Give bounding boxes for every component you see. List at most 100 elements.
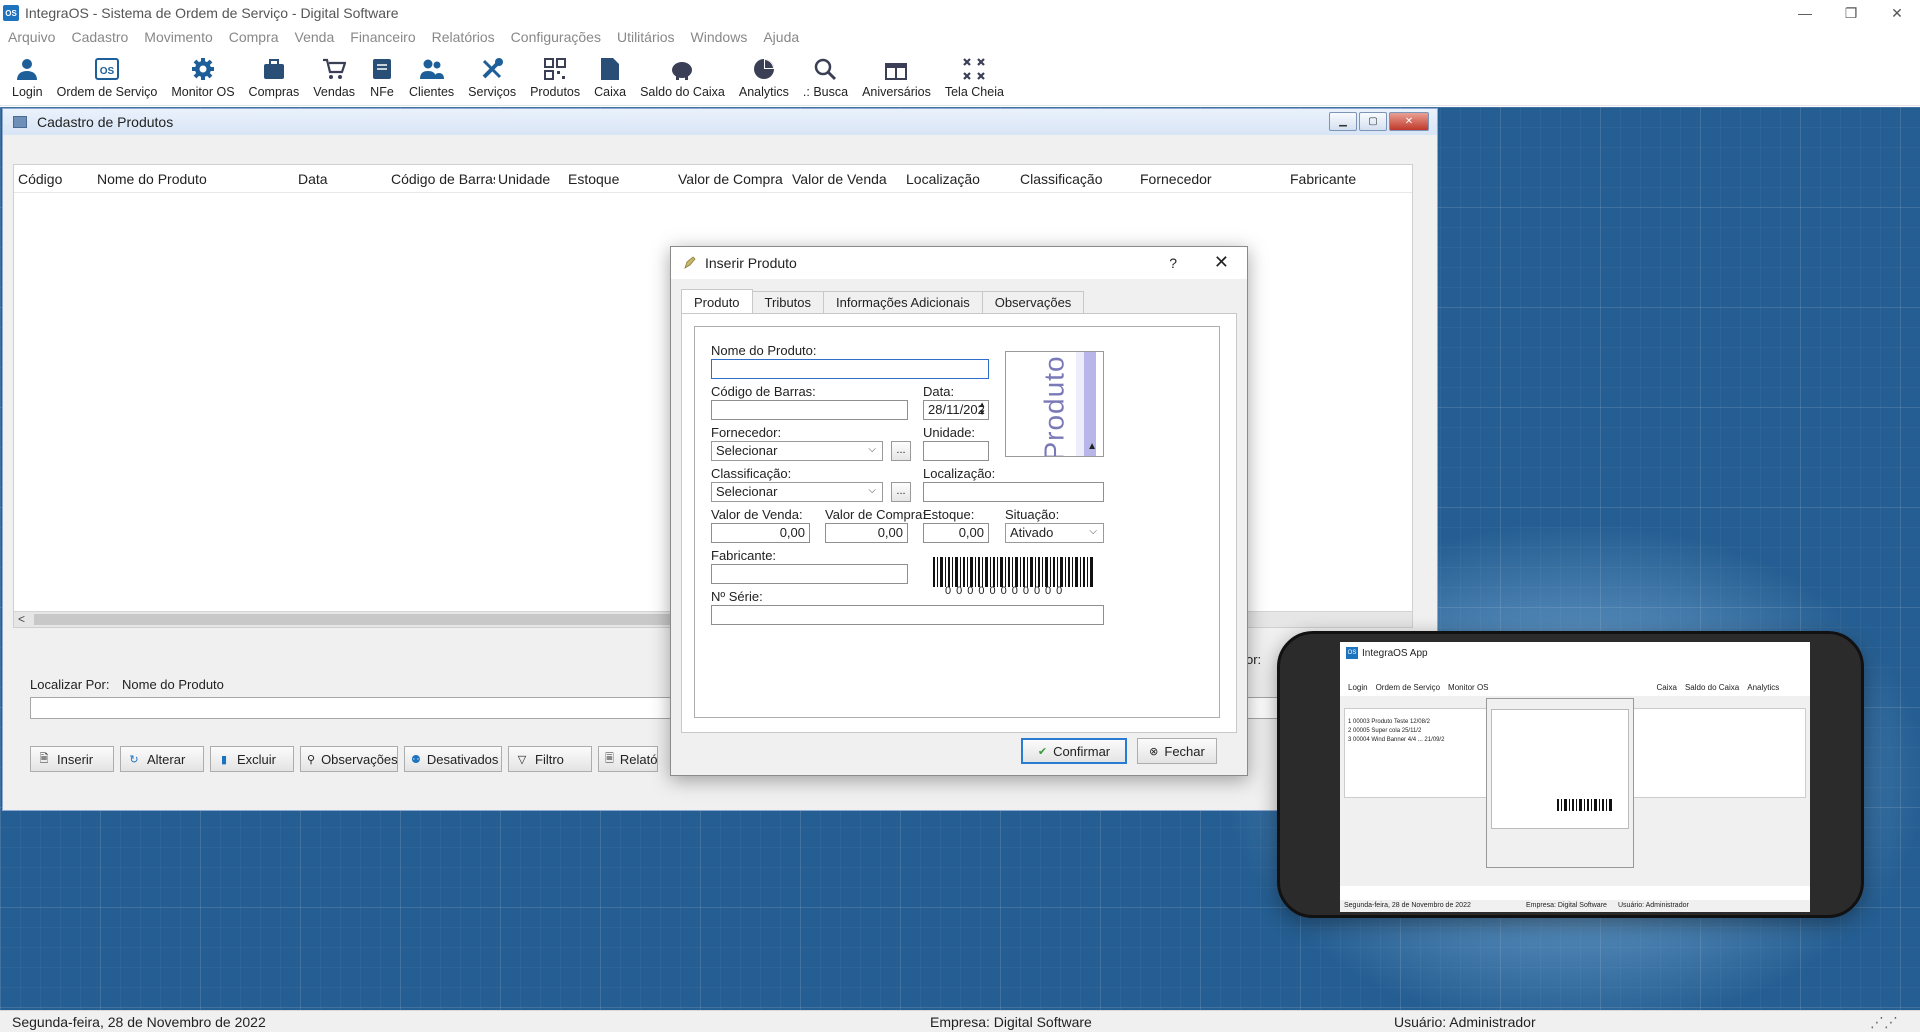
dialog-tabs: Produto Tributos Informações Adicionais … (681, 289, 1085, 313)
valor-venda-input[interactable]: 0,00 (711, 523, 810, 543)
situacao-select[interactable]: Ativado ⌵ (1005, 523, 1104, 543)
column-header[interactable]: Código (18, 171, 84, 187)
chevron-down-icon: ⌵ (868, 444, 876, 455)
relatorio-button[interactable]: 🗏 Relatór (598, 746, 658, 772)
tab-produto[interactable]: Produto (681, 289, 753, 313)
toolbar-aniversarios-button[interactable]: Aniversários (862, 57, 931, 99)
valor-venda-label: Valor de Venda: (711, 507, 803, 522)
status-date: Segunda-feira, 28 de Novembro de 2022 (12, 1014, 266, 1030)
codigo-barras-input[interactable] (711, 400, 908, 420)
menu-arquivo[interactable]: Arquivo (8, 29, 55, 45)
minimize-button[interactable]: — (1782, 0, 1828, 26)
toolbar-saldo-caixa-button[interactable]: Saldo do Caixa (640, 57, 725, 99)
menu-compra[interactable]: Compra (229, 29, 279, 45)
scroll-left-icon[interactable]: < (18, 612, 25, 626)
menu-movimento[interactable]: Movimento (144, 29, 212, 45)
desativados-button[interactable]: ⚉ Desativados (404, 746, 502, 772)
produto-form-panel: Nome do Produto: Código de Barras: Data:… (694, 326, 1220, 718)
classificacao-select[interactable]: Selecionar ⌵ (711, 482, 883, 502)
menu-configuracoes[interactable]: Configurações (511, 29, 601, 45)
menu-windows[interactable]: Windows (691, 29, 748, 45)
toolbar-produtos-button[interactable]: Produtos (530, 57, 580, 99)
phone-mockup: OS IntegraOS App Login Ordem de Serviço … (1277, 631, 1864, 918)
fechar-button[interactable]: ⊗ Fechar (1137, 738, 1217, 764)
help-button[interactable]: ? (1169, 255, 1177, 271)
data-input[interactable]: 28/11/202 ▲ ▼ (923, 400, 989, 420)
localizar-field-value[interactable]: Nome do Produto (122, 677, 224, 692)
menu-venda[interactable]: Venda (295, 29, 335, 45)
tab-tributos[interactable]: Tributos (751, 291, 825, 313)
toolbar-caixa-button[interactable]: Caixa (594, 57, 626, 99)
tab-informacoes-adicionais[interactable]: Informações Adicionais (823, 291, 983, 313)
phone-status-bar: Segunda-feira, 28 de Novembro de 2022 Em… (1340, 900, 1810, 912)
restore-button[interactable]: ❐ (1828, 0, 1874, 26)
column-header[interactable]: Código de Barras (391, 171, 495, 187)
chevron-down-icon: ⌵ (1089, 526, 1097, 537)
close-button[interactable]: ✕ (1874, 0, 1920, 26)
dialog-close-button[interactable]: ✕ (1214, 252, 1229, 273)
estoque-input[interactable]: 0,00 (923, 523, 989, 543)
column-header[interactable]: Fabricante (1290, 171, 1400, 187)
column-header[interactable]: Valor de Venda (792, 171, 902, 187)
excluir-button[interactable]: ▮ Excluir (210, 746, 294, 772)
tab-observacoes[interactable]: Observações (981, 291, 1085, 313)
product-image-word: Produto (1038, 355, 1070, 457)
toolbar-nfe-button[interactable]: NFe (369, 57, 395, 99)
column-header[interactable]: Estoque (568, 171, 668, 187)
cadastro-window-controls: ▁ ▢ ✕ (1327, 112, 1429, 131)
fornecedor-browse-button[interactable]: ... (891, 441, 911, 461)
nome-produto-input[interactable] (711, 359, 989, 379)
toolbar-busca-button[interactable]: .: Busca (803, 57, 848, 99)
phone-toolbar-item: Login (1348, 683, 1368, 692)
fabricante-input[interactable] (711, 564, 908, 584)
situacao-label: Situação: (1005, 507, 1060, 522)
toolbar-monitor-os-button[interactable]: Monitor OS (171, 57, 235, 99)
product-image[interactable]: Produto ▲ (1005, 351, 1104, 457)
toolbar-servicos-button[interactable]: Serviços (468, 57, 516, 99)
fornecedor-select[interactable]: Selecionar ⌵ (711, 441, 883, 461)
unidade-input[interactable] (923, 441, 989, 461)
app-logo-icon: OS (3, 5, 19, 21)
menu-cadastro[interactable]: Cadastro (71, 29, 128, 45)
filtro-button[interactable]: ▽ Filtro (508, 746, 592, 772)
toolbar: Login OS Ordem de Serviço Monitor OS Com… (0, 48, 1920, 106)
cadastro-minimize-button[interactable]: ▁ (1329, 112, 1357, 131)
confirmar-button[interactable]: ✔ Confirmar (1021, 738, 1127, 764)
toolbar-login-button[interactable]: Login (12, 57, 43, 99)
column-header[interactable]: Localização (906, 171, 1016, 187)
phone-dialog (1486, 698, 1634, 868)
cadastro-maximize-button[interactable]: ▢ (1359, 112, 1387, 131)
phone-screen: OS IntegraOS App Login Ordem de Serviço … (1340, 642, 1810, 912)
column-header[interactable]: Fornecedor (1140, 171, 1260, 187)
toolbar-ordem-servico-button[interactable]: OS Ordem de Serviço (57, 57, 157, 99)
numero-serie-input[interactable] (711, 605, 1104, 625)
column-header[interactable]: Data (298, 171, 368, 187)
toolbar-vendas-button[interactable]: Vendas (313, 57, 355, 99)
menu-utilitarios[interactable]: Utilitários (617, 29, 675, 45)
scrollbar-thumb[interactable] (34, 614, 674, 625)
cadastro-close-button[interactable]: ✕ (1389, 112, 1429, 131)
column-header[interactable]: Valor de Compra (678, 171, 792, 187)
observacoes-button[interactable]: ⚲ Observações (300, 746, 398, 772)
close-circle-icon: ⊗ (1149, 745, 1159, 758)
toolbar-compras-button[interactable]: Compras (249, 57, 299, 99)
menu-financeiro[interactable]: Financeiro (350, 29, 415, 45)
menu-ajuda[interactable]: Ajuda (763, 29, 799, 45)
spin-arrows-icon[interactable]: ▲ ▼ (978, 401, 986, 417)
search-icon (812, 57, 838, 81)
menu-relatorios[interactable]: Relatórios (432, 29, 495, 45)
toolbar-clientes-button[interactable]: Clientes (409, 57, 454, 99)
classificacao-browse-button[interactable]: ... (891, 482, 911, 502)
localizacao-input[interactable] (923, 482, 1104, 502)
resize-grip-icon[interactable]: ⋰⋰ (1870, 1014, 1898, 1031)
alterar-button[interactable]: ↻ Alterar (120, 746, 204, 772)
pencil-icon (684, 256, 696, 269)
svg-text:OS: OS (100, 66, 115, 77)
column-header[interactable]: Classificação (1020, 171, 1130, 187)
column-header[interactable]: Nome do Produto (97, 171, 257, 187)
column-header[interactable]: Unidade (498, 171, 564, 187)
toolbar-tela-cheia-button[interactable]: Tela Cheia (945, 57, 1004, 99)
valor-compra-input[interactable]: 0,00 (825, 523, 908, 543)
toolbar-analytics-button[interactable]: Analytics (739, 57, 789, 99)
inserir-button[interactable]: 🗎 Inserir (30, 746, 114, 772)
